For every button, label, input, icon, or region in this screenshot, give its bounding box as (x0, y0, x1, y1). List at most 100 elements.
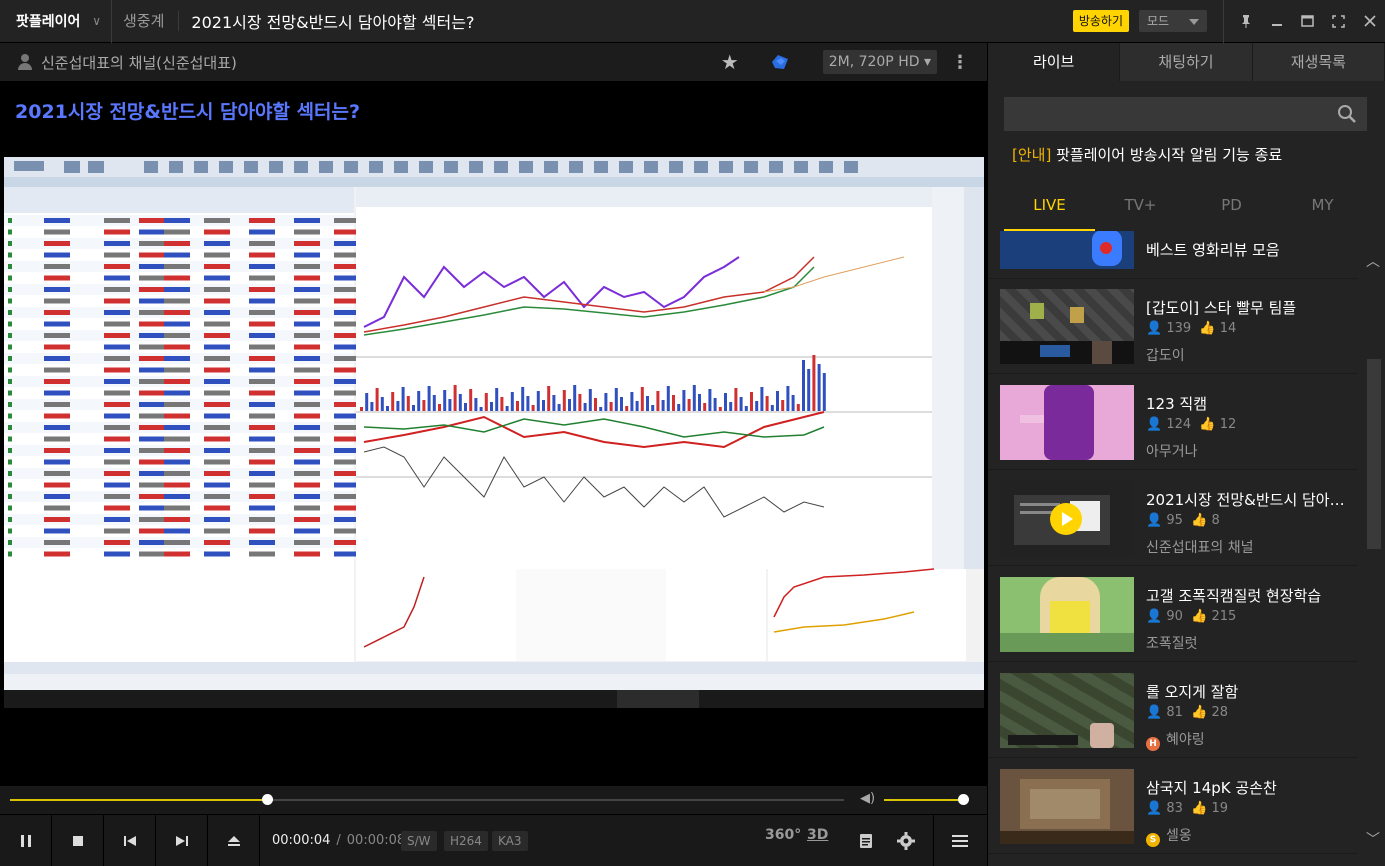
frame-table-cell (104, 379, 130, 384)
frame-table-cell (204, 517, 230, 522)
list-item[interactable]: 123 직캠 👤 124 👍 12 아무거나 (988, 375, 1358, 470)
subtab-live[interactable]: LIVE (1004, 188, 1095, 232)
frame-table-cell (294, 344, 320, 350)
minimize-icon[interactable] (1261, 0, 1292, 43)
close-icon[interactable] (1354, 0, 1385, 43)
video-frame[interactable] (4, 157, 984, 690)
pin-icon[interactable] (1230, 0, 1261, 43)
support-badge-icon[interactable] (769, 53, 791, 71)
stream-stats: 👤 95 👍 8 (1146, 513, 1220, 528)
previous-button[interactable] (104, 815, 156, 866)
next-icon (175, 836, 188, 846)
frame-volume-bar (744, 406, 748, 411)
frame-table-cell (44, 252, 70, 258)
frame-table-cell (8, 241, 12, 246)
settings-button[interactable] (880, 815, 932, 866)
search-icon[interactable] (1337, 104, 1357, 124)
frame-table-cell (249, 425, 275, 430)
scrollbar-thumb[interactable] (617, 690, 699, 708)
subtab-my[interactable]: MY (1277, 188, 1368, 232)
stop-button[interactable] (52, 815, 104, 866)
fullscreen-icon[interactable] (1323, 0, 1354, 43)
frame-table-cell (8, 517, 12, 522)
list-item[interactable]: [갑도이] 스타 빨무 팀플 👤 139 👍 14 갑도이 (988, 279, 1358, 374)
volume-bar[interactable] (884, 799, 963, 801)
frame-volume-bar (583, 403, 587, 411)
frame-table-cell (249, 356, 275, 361)
app-menu-button[interactable]: 팟플레이어 ∨ (0, 0, 112, 43)
tag-codec[interactable]: H264 (444, 831, 488, 851)
3d-icon[interactable]: 3D (807, 827, 828, 843)
tab-live[interactable]: 라이브 (988, 43, 1121, 81)
frame-volume-bar (432, 395, 436, 411)
frame-table-cell (139, 287, 165, 292)
frame-table-cell (8, 459, 12, 465)
next-button[interactable] (156, 815, 208, 866)
tab-chat[interactable]: 채팅하기 (1120, 43, 1253, 81)
mode-select[interactable]: 모드 (1139, 10, 1207, 32)
stream-thumbnail (1000, 577, 1134, 652)
list-scrollbar[interactable]: ︿ ﹀ (1363, 231, 1385, 866)
favorite-star-icon[interactable]: ★ (721, 50, 739, 74)
list-item[interactable]: 2021시장 전망&반드시 담아야할 섹터는? 👤 95 👍 8 신준섭대표의 … (988, 471, 1358, 566)
frame-table-cell (44, 287, 70, 292)
more-options-icon[interactable]: ⋮ (951, 52, 969, 73)
frame-volume-bar (750, 392, 753, 411)
frame-table-cell (8, 528, 12, 534)
list-item[interactable]: 고갤 조폭직캠질럿 현장학습 👤 90 👍 215 조폭질럿 (988, 567, 1358, 662)
tag-audio[interactable]: KA3 (492, 831, 528, 851)
video-scrollbar[interactable] (4, 690, 984, 708)
frame-table-cell (8, 321, 12, 327)
frame-table-cell (44, 379, 70, 384)
seek-bar-progress[interactable] (10, 799, 267, 801)
menu-button[interactable] (933, 815, 985, 866)
frame-volume-bar (386, 406, 389, 411)
frame-table-cell (104, 402, 130, 407)
list-item[interactable]: 롤 오지게 잘함 👤 81 👍 28 H 혜야링 (988, 663, 1358, 758)
seek-knob[interactable] (262, 794, 273, 805)
chevron-down-icon[interactable]: ﹀ (1366, 829, 1380, 849)
channel-name[interactable]: 신준섭대표의 채널(신준섭대표) (41, 52, 721, 73)
list-item[interactable]: 베스트 영화리뷰 모음 (988, 231, 1358, 279)
quality-select[interactable]: 2M, 720P HD ▾ (822, 50, 937, 74)
frame-table-cell (164, 528, 190, 534)
like-count: 14 (1219, 321, 1237, 336)
vr-360-icon[interactable]: 360° (765, 827, 801, 843)
frame-table-cell (8, 367, 12, 373)
frame-table-cell (204, 390, 230, 396)
frame-table-cell (294, 448, 320, 453)
tag-sw[interactable]: S/W (401, 831, 437, 851)
maximize-icon[interactable] (1292, 0, 1323, 43)
frame-table-cell (44, 471, 70, 476)
notice[interactable]: [안내] 팟플레이어 방송시작 알림 기능 종료 (1012, 144, 1282, 165)
subtab-pd[interactable]: PD (1186, 188, 1277, 232)
frame-table-cell (8, 425, 12, 430)
pause-button[interactable] (0, 815, 52, 866)
viewer-count: 124 (1166, 417, 1192, 432)
frame-table-cell (139, 275, 165, 281)
frame-volume-bar (692, 385, 696, 411)
frame-table-cell (44, 528, 70, 534)
frame-table-cell (139, 413, 165, 419)
search-input[interactable] (1004, 97, 1367, 131)
frame-table-cell (139, 436, 165, 442)
scrollbar-thumb[interactable] (1367, 359, 1381, 549)
frame-table-cell (204, 298, 230, 304)
tab-playlist[interactable]: 재생목록 (1253, 43, 1385, 81)
frame-table-cell (294, 241, 320, 246)
volume-knob[interactable] (958, 794, 969, 805)
frame-table-cell (204, 551, 230, 557)
subtab-tvplus[interactable]: TV+ (1095, 188, 1186, 232)
eject-button[interactable] (208, 815, 260, 866)
list-item[interactable]: 삼국지 14pK 공손찬 👤 83 👍 19 S 셀옹 (988, 759, 1358, 854)
seek-bar-track[interactable] (267, 799, 844, 801)
volume-icon[interactable]: ◀) (860, 791, 875, 806)
frame-table-cell (164, 390, 190, 396)
frame-table-cell (8, 287, 12, 292)
frame-volume-bar (526, 396, 530, 411)
broadcast-button[interactable]: 방송하기 (1072, 10, 1129, 32)
chevron-up-icon[interactable]: ︿ (1366, 251, 1380, 271)
stream-title: 고갤 조폭직캠질럿 현장학습 (1146, 587, 1322, 605)
frame-table-cell (104, 540, 130, 545)
video-area[interactable]: 2021시장 전망&반드시 담아야할 섹터는? (0, 81, 987, 786)
